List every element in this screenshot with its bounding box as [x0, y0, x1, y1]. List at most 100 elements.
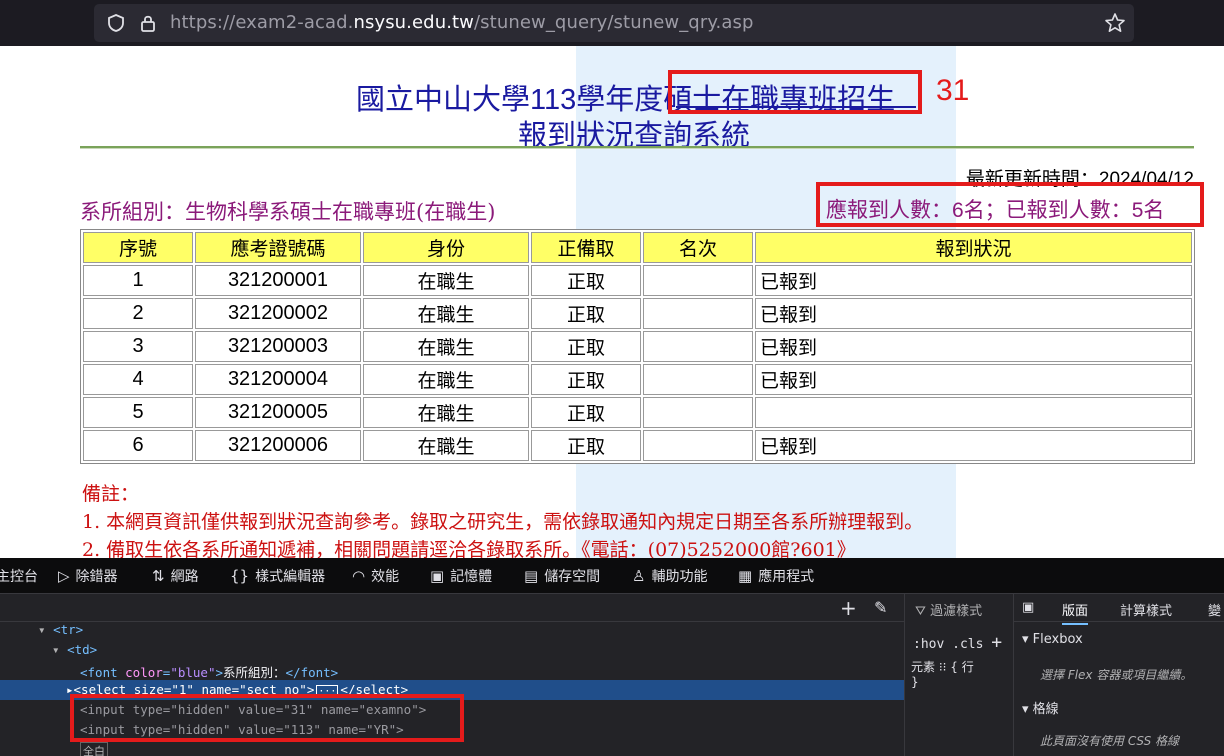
tab-debugger[interactable]: ▷ 除錯器 — [58, 566, 118, 586]
devtools-panel: 主控台 ▷ 除錯器 ⇅ 網路 {} 樣式編輯器 ◠ 效能 ▣ 記憶體 ▤ 儲存空間 ♙ 輔助功… — [0, 558, 1224, 756]
annotation-box-title — [668, 70, 922, 114]
table-row: 5 321200005 在職生 正取 — [83, 397, 1192, 428]
add-node-icon[interactable]: + — [840, 596, 857, 620]
markup-attr: color — [125, 665, 163, 680]
whitespace-badge: 全白 — [83, 745, 105, 756]
cell-exam-id: 321200006 — [195, 430, 361, 461]
cell-identity: 在職生 — [363, 397, 529, 428]
tab-label: 輔助功能 — [651, 569, 708, 585]
markup-attr-value: "blue" — [170, 665, 216, 680]
cell-exam-id: 321200002 — [195, 298, 361, 329]
inspector-toolbar: + ✎ — [0, 594, 904, 622]
tab-console[interactable]: 主控台 — [0, 566, 38, 586]
chevron-down-icon: ▾ — [1022, 702, 1033, 717]
table-row: 3 321200003 在職生 正取 已報到 — [83, 331, 1192, 362]
cell-admission-type: 正取 — [531, 430, 641, 461]
notes-section: 備註： 1. 本網頁資訊僅供報到狀況查詢參考。錄取之研究生，需依錄取通知內規定日… — [82, 480, 923, 558]
header-seq: 序號 — [83, 232, 193, 263]
cell-seq: 6 — [83, 430, 193, 461]
performance-icon: ◠ — [352, 567, 366, 585]
element-rule-label: 元素 ⁝⁝ { 行 — [911, 660, 974, 674]
element-rule-close: } — [911, 675, 919, 689]
tab-computed[interactable]: 計算樣式 — [1120, 600, 1172, 619]
annotation-number: 31 — [936, 74, 970, 107]
cell-admission-type: 正取 — [531, 331, 641, 362]
markup-tag: <tr> — [53, 622, 84, 637]
eyedropper-icon[interactable]: ✎ — [874, 598, 887, 617]
title-mid: 學年度 — [576, 82, 664, 116]
shield-icon[interactable] — [106, 13, 126, 37]
tab-label: 應用程式 — [758, 569, 815, 585]
url-text[interactable]: https://exam2-acad.nsysu.edu.tw/stunew_q… — [170, 12, 753, 33]
tab-changes[interactable]: 變 — [1208, 600, 1221, 619]
cell-rank — [643, 331, 753, 362]
header-status: 報到狀況 — [755, 232, 1192, 263]
markup-line-font[interactable]: <font color="blue">系所組別：</font> — [80, 662, 338, 681]
grid-section[interactable]: ▾ 格線 — [1022, 698, 1059, 717]
add-rule-icon[interactable]: + — [991, 632, 1002, 653]
accessibility-icon: ♙ — [632, 567, 646, 585]
cell-rank — [643, 397, 753, 428]
cell-identity: 在職生 — [363, 331, 529, 362]
cell-admission-type: 正取 — [531, 265, 641, 296]
bookmark-star-icon[interactable] — [1104, 12, 1126, 38]
markup-line-whitespace[interactable]: 全白 — [80, 742, 108, 756]
tab-label: 儲存空間 — [544, 569, 601, 585]
cell-status — [755, 397, 1192, 428]
url-path: /stunew_query/stunew_qry.asp — [474, 12, 754, 33]
tab-style-editor[interactable]: {} 樣式編輯器 — [230, 566, 325, 586]
notes-line-2: 2. 備取生依各系所通知遞補，相關問題請逕洽各錄取系所。《電話：(07)5252… — [82, 539, 856, 558]
cell-identity: 在職生 — [363, 364, 529, 395]
tab-label: 主控台 — [0, 569, 38, 585]
style-editor-icon: {} — [230, 567, 250, 585]
lock-icon[interactable] — [138, 13, 158, 37]
browser-toolbar: https://exam2-acad.nsysu.edu.tw/stunew_q… — [0, 0, 1224, 46]
markup-tag: <font — [80, 665, 126, 680]
markup-line-td[interactable]: ▾ <td> — [52, 642, 97, 657]
cell-rank — [643, 430, 753, 461]
cell-rank — [643, 364, 753, 395]
layout-panel: ▣ 版面 計算樣式 變 ▾ Flexbox 選擇 Flex 容器或項目繼續。 ▾… — [1014, 594, 1224, 756]
url-domain: nsysu.edu.tw — [353, 12, 475, 33]
cell-status: 已報到 — [755, 265, 1192, 296]
cell-admission-type: 正取 — [531, 364, 641, 395]
grid-label: 格線 — [1032, 702, 1059, 717]
cell-seq: 4 — [83, 364, 193, 395]
tab-performance[interactable]: ◠ 效能 — [352, 566, 399, 586]
dept-label: 系所組別：生物科學系碩士在職專班(在職生) — [80, 200, 496, 224]
divider — [80, 146, 1194, 149]
url-bar[interactable]: https://exam2-acad.nsysu.edu.tw/stunew_q… — [94, 4, 1134, 42]
filter-styles[interactable]: ⛛ 過濾樣式 — [915, 600, 982, 619]
cell-seq: 1 — [83, 265, 193, 296]
notes-heading: 備註： — [82, 483, 140, 505]
filter-icon: ⛛ — [915, 604, 931, 619]
flexbox-section[interactable]: ▾ Flexbox — [1022, 632, 1083, 647]
hov-toggle[interactable]: :hov — [913, 637, 944, 652]
cell-seq: 5 — [83, 397, 193, 428]
notes-line-1: 1. 本網頁資訊僅供報到狀況查詢參考。錄取之研究生，需依錄取通知內規定日期至各系… — [82, 511, 924, 533]
cls-toggle[interactable]: .cls — [952, 637, 983, 652]
devtools-tabbar: 主控台 ▷ 除錯器 ⇅ 網路 {} 樣式編輯器 ◠ 效能 ▣ 記憶體 ▤ 儲存空間 ♙ 輔助功… — [0, 558, 1224, 594]
cell-seq: 3 — [83, 331, 193, 362]
cell-exam-id: 321200005 — [195, 397, 361, 428]
table-row: 4 321200004 在職生 正取 已報到 — [83, 364, 1192, 395]
memory-icon: ▣ — [430, 567, 445, 585]
chevron-down-icon: ▾ — [1022, 632, 1033, 647]
tab-storage[interactable]: ▤ 儲存空間 — [524, 566, 600, 586]
sidebar-toggle-icon[interactable]: ▣ — [1022, 600, 1034, 615]
tab-memory[interactable]: ▣ 記憶體 — [430, 566, 492, 586]
cell-rank — [643, 298, 753, 329]
cell-status: 已報到 — [755, 298, 1192, 329]
filter-label: 過濾樣式 — [930, 604, 983, 619]
tab-label: 效能 — [371, 569, 400, 585]
cell-status: 已報到 — [755, 430, 1192, 461]
annotation-box-inputs — [70, 694, 464, 742]
tab-layout[interactable]: 版面 — [1062, 600, 1089, 625]
markup-line-tr[interactable]: ▾ <tr> — [38, 622, 83, 637]
tab-network[interactable]: ⇅ 網路 — [152, 566, 199, 586]
cell-admission-type: 正取 — [531, 397, 641, 428]
tab-accessibility[interactable]: ♙ 輔助功能 — [632, 566, 707, 586]
tab-application[interactable]: ▦ 應用程式 — [738, 566, 814, 586]
table-row: 1 321200001 在職生 正取 已報到 — [83, 265, 1192, 296]
flexbox-hint: 選擇 Flex 容器或項目繼續。 — [1040, 668, 1193, 682]
